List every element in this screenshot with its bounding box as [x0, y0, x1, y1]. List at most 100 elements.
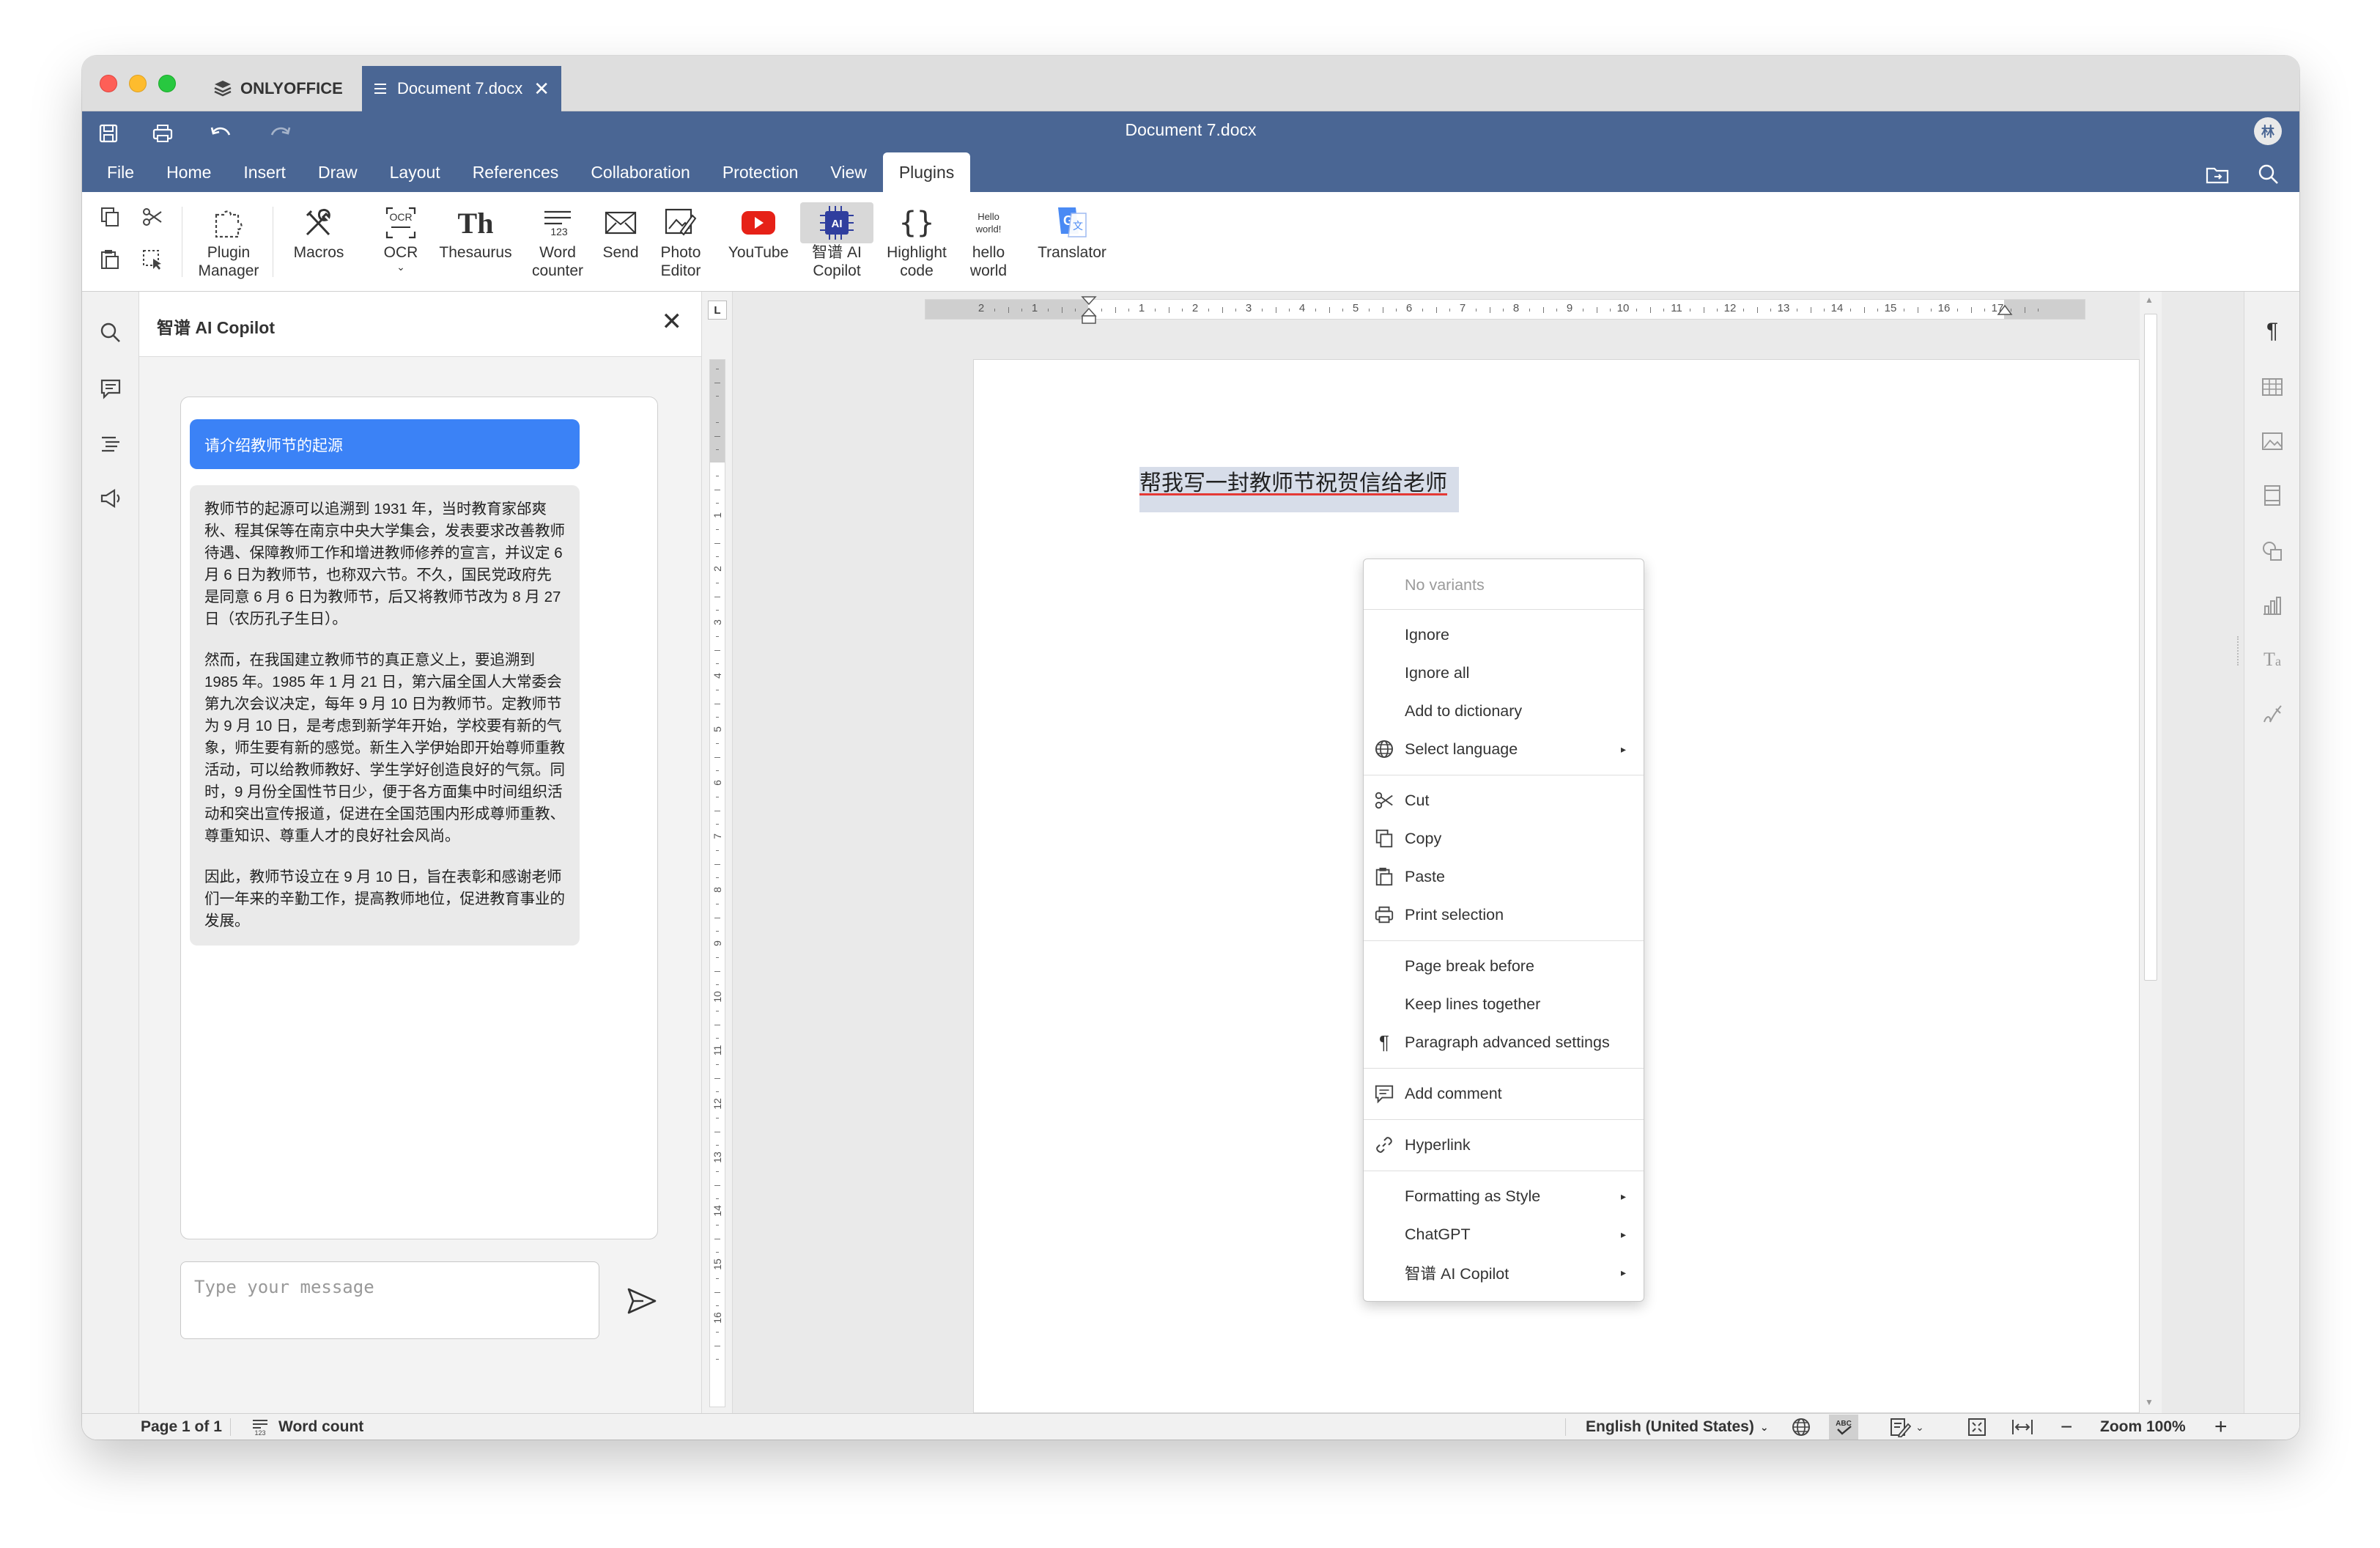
sidebar-resize-handle[interactable]: [2237, 636, 2243, 666]
page-indicator[interactable]: Page 1 of 1: [141, 1414, 222, 1440]
fit-page-button[interactable]: [1967, 1414, 1987, 1440]
menu-item-formatting-as-style[interactable]: Formatting as Style ▸: [1364, 1178, 1644, 1215]
onlyoffice-home-tab[interactable]: ONLYOFFICE: [198, 66, 358, 111]
menu-item-paste[interactable]: Paste: [1364, 858, 1644, 895]
scroll-down-icon[interactable]: ▼: [2145, 1397, 2154, 1407]
close-tab-icon[interactable]: ✕: [533, 78, 550, 100]
menu-layout[interactable]: Layout: [374, 152, 457, 192]
chat-history[interactable]: 请介绍教师节的起源 教师节的起源可以追溯到 1931 年，当时教育家邰爽秋、程其…: [180, 397, 658, 1239]
translator-button[interactable]: G文 Translator: [1032, 202, 1112, 262]
menu-item-print-selection[interactable]: Print selection: [1364, 896, 1644, 933]
menu-protection[interactable]: Protection: [706, 152, 815, 192]
ai-copilot-label-2: Copilot: [813, 262, 861, 279]
close-window-button[interactable]: [100, 75, 117, 92]
table-settings-button[interactable]: [2258, 372, 2287, 402]
highlight-code-button[interactable]: {} Highlight code: [884, 202, 950, 280]
macros-button[interactable]: Macros: [294, 202, 344, 262]
zoom-out-button[interactable]: −: [2061, 1414, 2072, 1440]
thesaurus-button[interactable]: Th Thesaurus: [437, 202, 514, 262]
menu-item-ignore-all[interactable]: Ignore all: [1364, 655, 1644, 691]
chart-settings-button[interactable]: [2258, 591, 2287, 620]
ocr-button[interactable]: OCR OCR ⌄: [384, 202, 418, 272]
word-counter-button[interactable]: 123 Word counter: [529, 202, 586, 280]
message-input[interactable]: Type your message: [180, 1261, 599, 1339]
track-changes-button[interactable]: ⌄: [1889, 1414, 1924, 1440]
menu-item-ai-copilot[interactable]: 智谱 AI Copilot ▸: [1364, 1254, 1644, 1291]
menu-plugins[interactable]: Plugins: [882, 152, 971, 192]
language-selector[interactable]: English (United States) ⌄: [1586, 1414, 1769, 1440]
cut-button[interactable]: [138, 202, 167, 232]
search-button[interactable]: [2254, 160, 2283, 189]
send-message-button[interactable]: [623, 1282, 661, 1320]
ai-copilot-button[interactable]: AI 智谱 AI Copilot: [800, 202, 873, 280]
copy-button[interactable]: [95, 202, 125, 232]
ruler-number: 2: [978, 302, 985, 314]
menu-item-copy[interactable]: Copy: [1364, 820, 1644, 857]
translator-label: Translator: [1038, 244, 1106, 261]
menu-item-add-to-dictionary[interactable]: Add to dictionary: [1364, 693, 1644, 729]
header-footer-settings-button[interactable]: [2258, 481, 2287, 510]
highlight-code-label-2: code: [900, 262, 934, 279]
paste-button[interactable]: [95, 245, 125, 274]
vertical-scrollbar[interactable]: ▲ ▼: [2140, 292, 2162, 1413]
paragraph-settings-button[interactable]: ¶: [2258, 317, 2287, 346]
send-button[interactable]: Send: [601, 202, 640, 262]
menu-item-cut[interactable]: Cut: [1364, 782, 1644, 819]
image-settings-button[interactable]: [2258, 427, 2287, 456]
menu-collaboration[interactable]: Collaboration: [574, 152, 706, 192]
ruler-tick: [716, 1278, 719, 1280]
photo-editor-label-1: Photo: [660, 244, 701, 261]
menu-item-keep-lines-together[interactable]: Keep lines together: [1364, 986, 1644, 1022]
menu-draw[interactable]: Draw: [302, 152, 374, 192]
close-panel-icon[interactable]: ✕: [662, 309, 683, 334]
zoom-in-button[interactable]: +: [2214, 1414, 2228, 1440]
user-avatar[interactable]: 林: [2254, 117, 2282, 145]
maximize-window-button[interactable]: [158, 75, 176, 92]
menu-insert[interactable]: Insert: [227, 152, 302, 192]
menu-item-ignore[interactable]: Ignore: [1364, 616, 1644, 653]
selected-text[interactable]: 帮我写一封教师节祝贺信给老师: [1139, 467, 1459, 512]
menu-references[interactable]: References: [457, 152, 575, 192]
tab-stop-selector[interactable]: L: [708, 301, 727, 320]
photo-editor-button[interactable]: Photo Editor: [657, 202, 705, 280]
word-count-label: Word count: [278, 1418, 364, 1435]
menu-item-chatgpt[interactable]: ChatGPT ▸: [1364, 1216, 1644, 1253]
menu-view[interactable]: View: [814, 152, 882, 192]
find-button[interactable]: [96, 318, 125, 347]
feedback-button[interactable]: [96, 484, 125, 513]
zoom-level[interactable]: Zoom 100%: [2100, 1414, 2186, 1440]
menu-item-page-break-before[interactable]: Page break before: [1364, 948, 1644, 984]
menu-item-select-language[interactable]: Select language ▸: [1364, 731, 1644, 767]
highlight-code-label-1: Highlight: [887, 244, 947, 261]
menu-home[interactable]: Home: [150, 152, 227, 192]
select-all-button[interactable]: [138, 245, 167, 274]
word-count-icon: 123: [253, 1420, 267, 1437]
ruler-tick: [716, 449, 719, 450]
vertical-ruler[interactable]: L 1 2 3 4 5 6 7 8 9 10 11 12 13 14 15 16: [702, 292, 733, 1413]
ruler-tick: [1235, 309, 1236, 312]
text-art-settings-button[interactable]: Ta: [2258, 645, 2287, 674]
navigation-button[interactable]: [96, 430, 125, 459]
menu-item-hyperlink[interactable]: Hyperlink: [1364, 1127, 1644, 1163]
minimize-window-button[interactable]: [129, 75, 147, 92]
spell-check-toggle[interactable]: ABC: [1829, 1415, 1858, 1440]
youtube-button[interactable]: YouTube: [725, 202, 791, 262]
shape-settings-button[interactable]: [2258, 537, 2287, 566]
menu-item-add-comment[interactable]: Add comment: [1364, 1075, 1644, 1112]
ruler-tick: [716, 1332, 719, 1333]
hello-world-button[interactable]: Hello world! hello world: [958, 202, 1019, 280]
plugin-manager-button[interactable]: Plugin Manager: [198, 202, 259, 280]
horizontal-ruler[interactable]: 2 1 1 2 3 4 5 6 7 8 9 10 11 12 13 14 15 16 17: [925, 296, 2085, 324]
fit-width-button[interactable]: [2011, 1414, 2034, 1440]
open-location-button[interactable]: [2203, 160, 2232, 189]
scroll-up-icon[interactable]: ▲: [2145, 295, 2154, 305]
menu-item-paragraph-advanced-settings[interactable]: ¶ Paragraph advanced settings: [1364, 1024, 1644, 1061]
document-language-button[interactable]: [1791, 1414, 1811, 1440]
word-count-button[interactable]: 123 Word count: [251, 1414, 363, 1440]
document-tab[interactable]: Document 7.docx ✕: [362, 66, 561, 111]
left-indent-marker[interactable]: [1081, 295, 1097, 325]
comments-button[interactable]: [96, 374, 125, 403]
menu-file[interactable]: File: [91, 152, 150, 192]
signature-settings-button[interactable]: [2258, 699, 2287, 729]
scrollbar-thumb[interactable]: [2144, 314, 2157, 981]
